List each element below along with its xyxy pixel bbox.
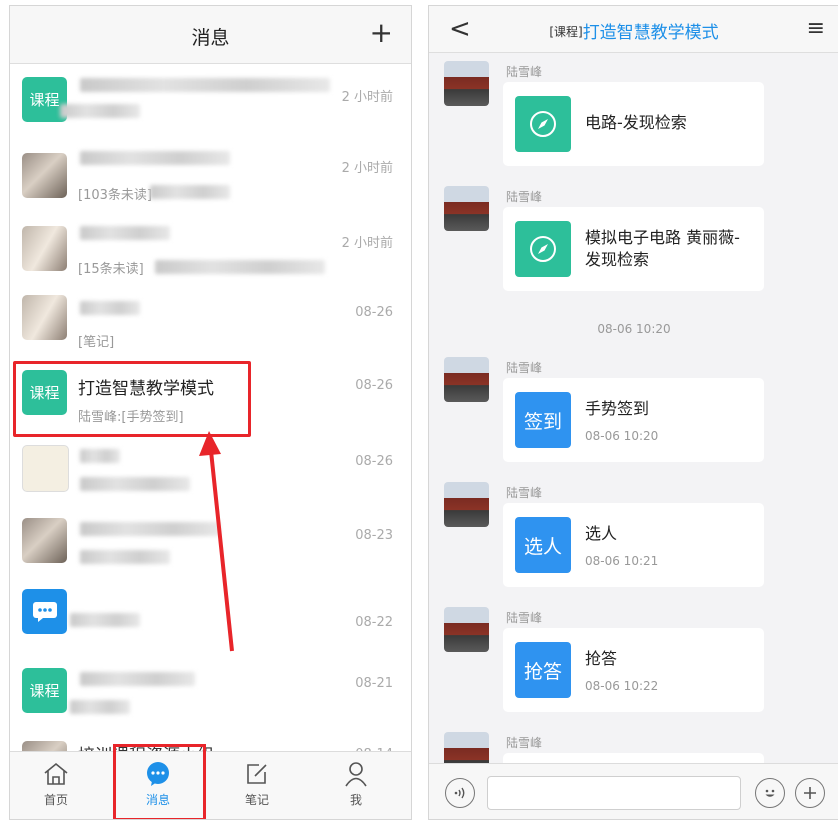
bottom-tab-bar: 首页 消息 笔记 我 [10, 751, 411, 819]
tab-label: 笔记 [244, 793, 269, 807]
message-bubble[interactable]: 抢答 抢答 08-06 10:22 [503, 628, 764, 712]
home-icon [26, 757, 86, 791]
answer-icon: 抢答 [515, 642, 571, 698]
message-text: 选人 [585, 524, 618, 543]
message-text: 手势签到 [585, 399, 650, 418]
compass-icon [515, 96, 571, 152]
voice-icon[interactable] [445, 778, 475, 808]
sender-name: 陆雪峰 [506, 361, 543, 375]
sender-avatar [444, 482, 489, 527]
add-icon[interactable] [795, 778, 825, 808]
time-divider: 08-06 10:20 [597, 322, 671, 336]
chat-input-bar [429, 763, 838, 819]
message-bubble[interactable]: 选人 选人 08-06 10:21 [503, 503, 764, 587]
sender-name: 陆雪峰 [506, 611, 543, 625]
sender-name: 陆雪峰 [506, 736, 543, 750]
sender-name: 陆雪峰 [506, 190, 543, 204]
sender-avatar [444, 186, 489, 231]
message-bubble[interactable]: 签到 手势签到 08-06 10:20 [503, 378, 764, 462]
message-bubble[interactable]: 模拟电子电路 黄丽薇-发现检索 [503, 207, 764, 291]
chat-title: [课程]打造智慧教学模式 [429, 18, 838, 43]
message-input[interactable] [487, 776, 741, 810]
sender-name: 陆雪峰 [506, 65, 543, 79]
tab-me[interactable]: 我 [326, 757, 386, 808]
message-text: 模拟电子电路 黄丽薇-发现检索 [585, 228, 740, 269]
emoji-icon[interactable] [755, 778, 785, 808]
sender-avatar [444, 61, 489, 106]
note-icon [227, 757, 287, 791]
sender-name: 陆雪峰 [506, 486, 543, 500]
message-text: 抢答 [585, 649, 618, 668]
annotation-arrow [199, 431, 234, 652]
menu-icon[interactable]: ≡ [807, 16, 825, 41]
user-icon [326, 757, 386, 791]
chat-title-text: 打造智慧教学模式 [582, 23, 719, 43]
compass-icon [515, 221, 571, 277]
sender-avatar [444, 607, 489, 652]
course-tag: [课程] [549, 25, 583, 39]
message-time: 08-06 10:22 [585, 679, 659, 693]
tab-home[interactable]: 首页 [26, 757, 86, 808]
message-time: 08-06 10:20 [585, 429, 659, 443]
message-time: 08-06 10:21 [585, 554, 659, 568]
sender-avatar [444, 357, 489, 402]
tab-notes[interactable]: 笔记 [227, 757, 287, 808]
message-bubble[interactable]: 电路-发现检索 [503, 82, 764, 166]
select-icon: 选人 [515, 517, 571, 573]
message-list-screen: 消息 + 课程 2 小时前 [103条未读] 2 小时前 [15条未读] 2 小… [9, 5, 412, 820]
tab-label: 首页 [43, 793, 68, 807]
highlight-box-tab [113, 744, 206, 819]
chat-header: < [课程]打造智慧教学模式 ≡ [429, 6, 838, 53]
signin-icon: 签到 [515, 392, 571, 448]
course-chat-screen: < [课程]打造智慧教学模式 ≡ 陆雪峰 电路-发现检索 陆雪峰 模拟电子电路 … [428, 5, 838, 820]
message-text: 电路-发现检索 [585, 113, 687, 132]
tab-label: 我 [349, 793, 362, 807]
